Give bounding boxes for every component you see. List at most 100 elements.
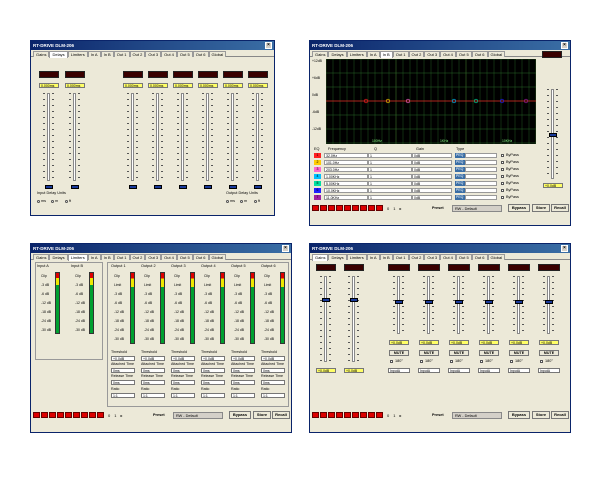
tab-out-6[interactable]: Out 6 — [471, 51, 488, 57]
radio-icon[interactable] — [65, 199, 68, 203]
tab-in-b[interactable]: In B — [379, 254, 393, 260]
input-delay-slider-thumb[interactable] — [71, 185, 79, 189]
type-select[interactable]: PEQ — [455, 153, 465, 158]
arrow-right-icon[interactable]: ▸ — [120, 413, 122, 418]
preset-field[interactable]: RW - Default — [452, 205, 502, 212]
unit-radio-ms[interactable]: ms — [37, 199, 46, 203]
output-delay-slider-track[interactable] — [131, 93, 134, 181]
close-icon[interactable]: × — [282, 245, 289, 252]
tab-in-a[interactable]: In A — [366, 51, 380, 57]
recall-button[interactable]: Recall — [551, 411, 569, 419]
frequency-input[interactable]: 11.0KHz — [324, 195, 368, 200]
frequency-input[interactable]: 10.0KHz — [324, 188, 368, 193]
store-button[interactable]: Store — [532, 411, 550, 419]
source-select[interactable]: InputA — [418, 368, 440, 373]
tab-limiters[interactable]: Limiters — [346, 254, 367, 260]
tab-in-a[interactable]: In A — [366, 254, 380, 260]
bypass-checkbox[interactable] — [501, 154, 504, 157]
unit-radio-ms[interactable]: ms — [226, 199, 235, 203]
unit-radio-ft[interactable]: ft — [65, 199, 71, 203]
tab-in-b[interactable]: In B — [100, 254, 114, 260]
gain-input[interactable]: 0dB — [412, 181, 452, 186]
store-button[interactable]: Store — [253, 411, 271, 419]
gain-input[interactable]: 0dB — [412, 174, 452, 179]
tab-out-6[interactable]: Out 6 — [471, 254, 488, 260]
eq-graph[interactable] — [326, 59, 536, 144]
source-select[interactable]: InputA — [508, 368, 530, 373]
output-gain-slider-track[interactable] — [427, 276, 430, 334]
tab-gains[interactable]: Gains — [33, 254, 50, 260]
tab-out-3[interactable]: Out 3 — [145, 254, 162, 260]
q-input[interactable]: 1 — [368, 153, 412, 158]
gain-input[interactable]: 0dB — [412, 153, 452, 158]
output-gain-slider-thumb[interactable] — [425, 300, 433, 304]
input-delay-slider-track[interactable] — [47, 93, 50, 181]
release-time-input[interactable]: 0ms — [261, 380, 285, 385]
phase-checkbox[interactable] — [510, 360, 513, 363]
output-delay-slider-thumb[interactable] — [254, 185, 262, 189]
gain-input[interactable]: 0dB — [412, 188, 452, 193]
ratio-input[interactable]: 1:1 — [111, 393, 135, 398]
output-delay-slider-thumb[interactable] — [229, 185, 237, 189]
threshold-input[interactable]: +0.0dB — [201, 356, 225, 361]
release-time-input[interactable]: 0ms — [141, 380, 165, 385]
tab-out-1[interactable]: Out 1 — [392, 254, 409, 260]
tab-gains[interactable]: Gains — [33, 51, 50, 57]
unit-radio-m[interactable]: m — [240, 199, 247, 203]
threshold-input[interactable]: +0.0dB — [231, 356, 255, 361]
bypass-checkbox[interactable] — [501, 175, 504, 178]
ratio-input[interactable]: 1:1 — [261, 393, 285, 398]
q-input[interactable]: 1 — [368, 160, 412, 165]
output-gain-slider-thumb[interactable] — [545, 300, 553, 304]
attack-time-input[interactable]: 0ms — [261, 368, 285, 373]
output-delay-slider-thumb[interactable] — [204, 185, 212, 189]
frequency-input[interactable]: 5.00KHz — [324, 181, 368, 186]
tab-global[interactable]: Global — [487, 254, 506, 260]
output-delay-slider-track[interactable] — [206, 93, 209, 181]
bypass-checkbox[interactable] — [501, 161, 504, 164]
tab-limiters[interactable]: Limiters — [67, 254, 88, 261]
output-delay-slider-track[interactable] — [256, 93, 259, 181]
type-select-field[interactable] — [465, 153, 497, 158]
output-gain-slider-track[interactable] — [517, 276, 520, 334]
close-icon[interactable]: × — [265, 42, 272, 49]
tab-out-4[interactable]: Out 4 — [161, 254, 177, 260]
recall-button[interactable]: Recall — [272, 411, 290, 419]
q-input[interactable]: 1 — [368, 181, 412, 186]
output-delay-slider-thumb[interactable] — [154, 185, 162, 189]
output-delay-slider-track[interactable] — [181, 93, 184, 181]
preset-field[interactable]: RW - Default — [173, 412, 223, 419]
tab-out-3[interactable]: Out 3 — [424, 51, 441, 57]
tab-out-1[interactable]: Out 1 — [113, 51, 130, 57]
radio-icon[interactable] — [37, 199, 40, 203]
radio-icon[interactable] — [226, 199, 229, 203]
tab-out-5[interactable]: Out 5 — [455, 51, 472, 57]
tab-global[interactable]: Global — [208, 51, 227, 57]
source-select[interactable]: InputA — [478, 368, 500, 373]
gain-input[interactable]: 0dB — [412, 167, 452, 172]
tab-gains[interactable]: Gains — [312, 254, 329, 261]
tab-out-4[interactable]: Out 4 — [440, 254, 456, 260]
mute-button[interactable]: MUTE — [419, 350, 439, 356]
source-select[interactable]: InputA — [388, 368, 410, 373]
type-select[interactable]: PEQ — [455, 167, 465, 172]
type-select[interactable]: PEQ — [455, 174, 465, 179]
output-delay-slider-track[interactable] — [156, 93, 159, 181]
release-time-input[interactable]: 0ms — [231, 380, 255, 385]
mute-button[interactable]: MUTE — [539, 350, 559, 356]
input-delay-slider-thumb[interactable] — [45, 185, 53, 189]
tab-out-3[interactable]: Out 3 — [145, 51, 162, 57]
preset-field[interactable]: RW - Default — [452, 412, 502, 419]
tab-delays[interactable]: Delays — [49, 51, 68, 58]
release-time-input[interactable]: 0ms — [111, 380, 135, 385]
tab-in-b[interactable]: In B — [379, 51, 393, 58]
output-gain-slider-thumb[interactable] — [395, 300, 403, 304]
output-gain-slider-track[interactable] — [457, 276, 460, 334]
close-icon[interactable]: × — [561, 245, 568, 252]
gain-input[interactable]: 0dB — [412, 195, 452, 200]
tab-delays[interactable]: Delays — [328, 51, 347, 57]
type-select-field[interactable] — [465, 174, 497, 179]
tab-out-5[interactable]: Out 5 — [176, 51, 193, 57]
type-select-field[interactable] — [465, 167, 497, 172]
threshold-input[interactable]: +0.0dB — [141, 356, 165, 361]
